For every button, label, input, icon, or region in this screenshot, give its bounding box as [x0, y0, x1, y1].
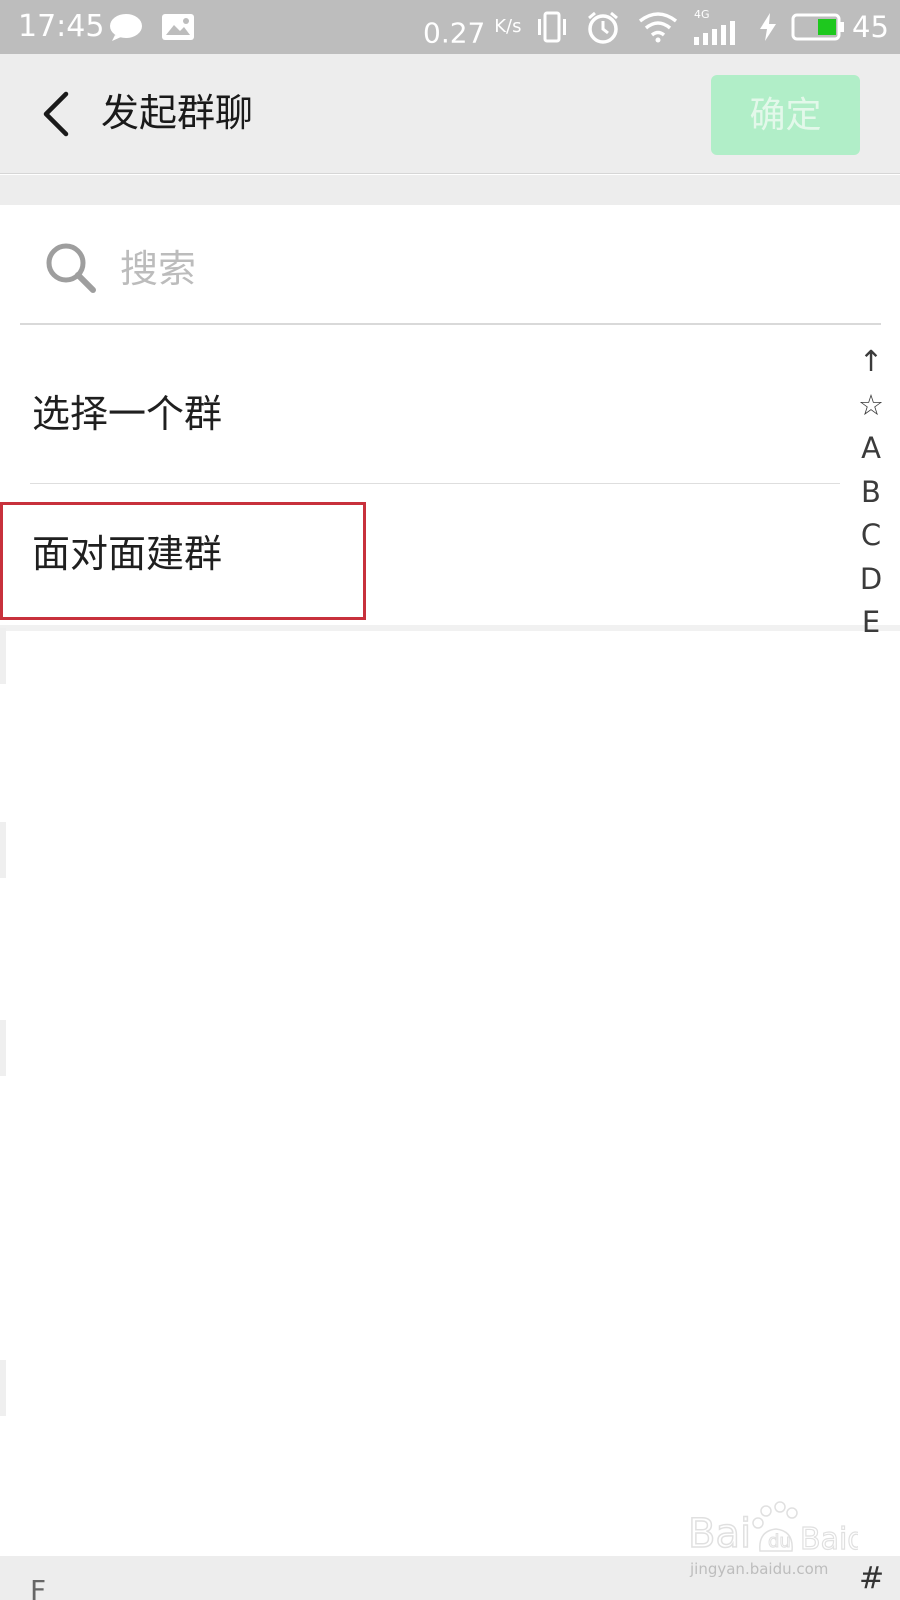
index-item-a[interactable]: A	[850, 427, 892, 471]
index-item-c[interactable]: C	[850, 514, 892, 558]
search-input[interactable]	[120, 243, 820, 295]
wifi-icon	[636, 0, 680, 54]
back-button[interactable]	[24, 82, 88, 146]
search-bar	[0, 205, 900, 325]
page-title: 发起群聊	[101, 91, 254, 135]
svg-text:Bai: Bai	[688, 1511, 751, 1557]
status-bar: 17:45 0.27 K/s 4G 45	[0, 0, 900, 54]
list-edge-mark	[0, 1020, 6, 1076]
index-item-star[interactable]: ☆	[850, 384, 892, 428]
select-group-option[interactable]: 选择一个群	[0, 344, 840, 484]
index-item-hash[interactable]: #	[859, 1562, 884, 1596]
chat-bubble-icon	[108, 0, 144, 54]
section-letter: F	[30, 1574, 47, 1600]
alphabet-index-bar[interactable]: ↑ ☆ A B C D E	[850, 340, 892, 632]
svg-text:Baidu 经验: Baidu 经验	[800, 1522, 858, 1557]
image-icon	[160, 0, 196, 54]
index-item-top[interactable]: ↑	[850, 340, 892, 384]
svg-text:du: du	[768, 1531, 791, 1552]
vibrate-icon	[534, 0, 570, 54]
status-time: 17:45	[18, 9, 105, 44]
battery-level: 45	[852, 10, 889, 44]
back-arrow-icon	[43, 91, 69, 137]
search-underline	[20, 323, 881, 325]
charging-icon	[756, 0, 780, 54]
index-item-e[interactable]: E	[850, 601, 892, 632]
index-item-d[interactable]: D	[850, 558, 892, 602]
highlight-annotation	[0, 502, 366, 620]
list-edge-mark	[0, 1360, 6, 1416]
app-header: 发起群聊 确定	[0, 54, 900, 174]
battery-icon	[790, 0, 846, 54]
network-speed: 0.27	[423, 16, 486, 50]
search-icon	[46, 243, 96, 293]
signal-icon: 4G	[690, 0, 740, 54]
network-speed-unit: K/s	[494, 16, 522, 37]
network-type: 4G	[694, 8, 710, 21]
list-edge-mark	[0, 822, 6, 878]
section-divider	[0, 625, 900, 631]
watermark-url: jingyan.baidu.com	[690, 1560, 829, 1578]
list-edge-mark	[0, 628, 6, 684]
alarm-icon	[584, 0, 622, 54]
header-gap	[0, 175, 900, 205]
confirm-button[interactable]: 确定	[711, 75, 860, 155]
select-group-label: 选择一个群	[32, 392, 223, 436]
index-item-b[interactable]: B	[850, 471, 892, 515]
